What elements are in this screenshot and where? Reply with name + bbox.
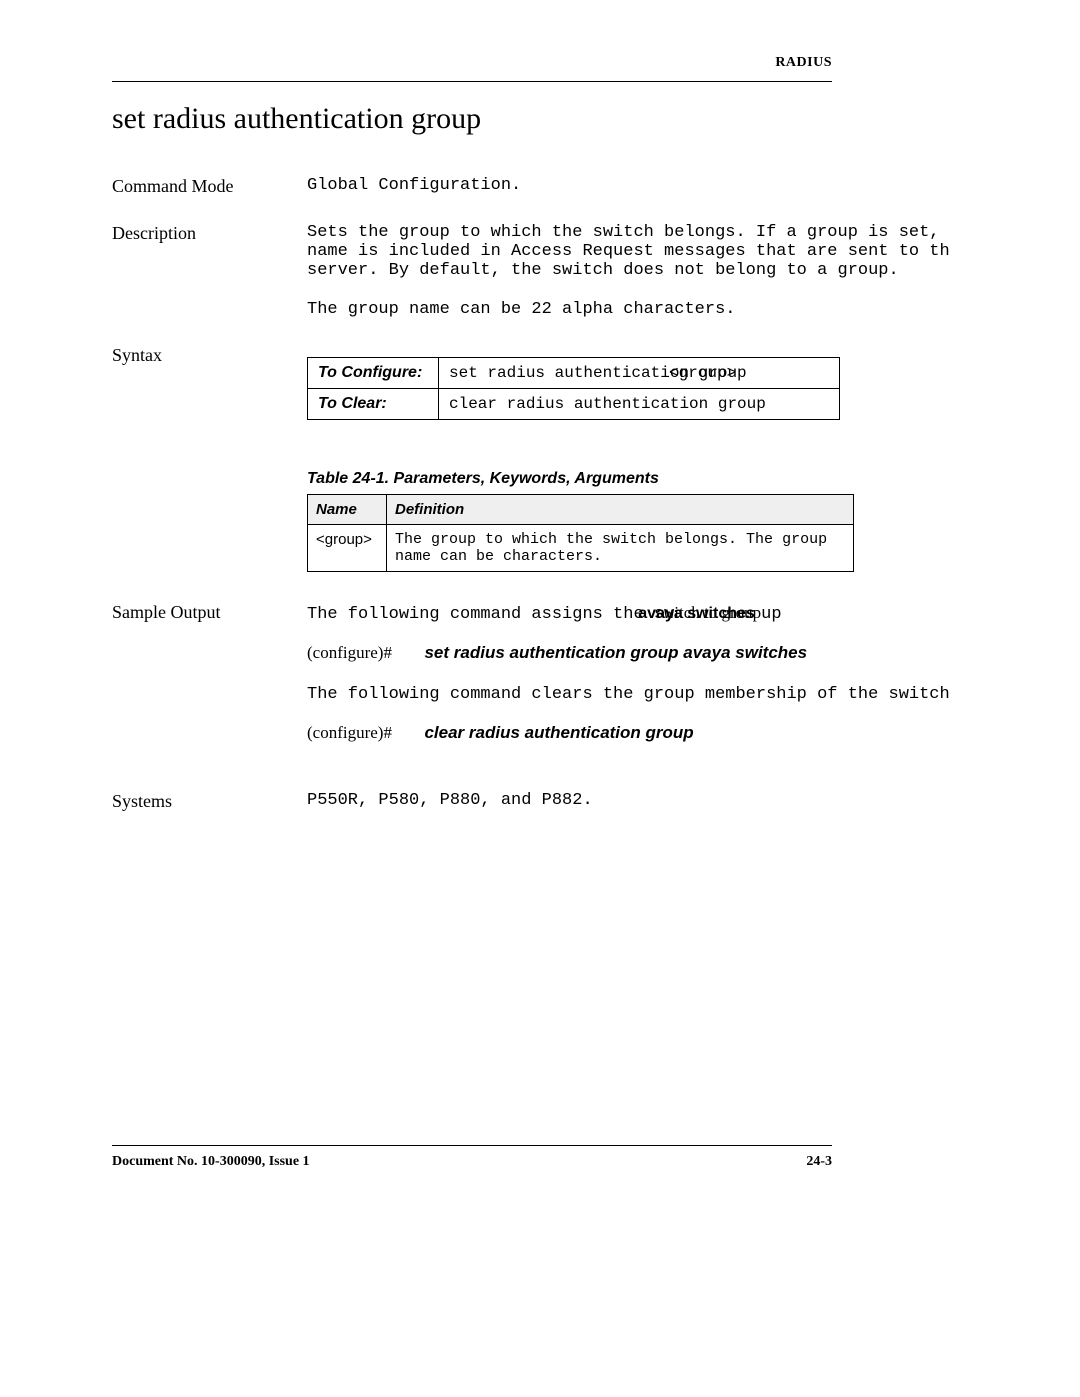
sample-cmd1-text: set radius authentication group avaya sw… <box>424 643 807 662</box>
config-prompt: (configure)# <box>307 723 392 742</box>
label-sample-output: Sample Output <box>112 602 307 765</box>
param-def-cell: The group to which the switch belongs. T… <box>387 525 854 572</box>
sample-line2: The following command clears the group m… <box>307 685 972 704</box>
syntax-row-value: clear radius authentication group <box>439 389 840 420</box>
syntax-row-value: set radius authentication group <group> <box>439 358 840 389</box>
label-command-mode: Command Mode <box>112 176 307 197</box>
label-syntax: Syntax <box>112 345 307 572</box>
table-header-row: Name Definition <box>308 495 854 525</box>
col-header-name: Name <box>308 495 387 525</box>
param-name-cell: <group> <box>308 525 387 572</box>
value-systems: P550R, P580, P880, and P882. <box>307 791 972 812</box>
row-systems: Systems P550R, P580, P880, and P882. <box>112 791 972 812</box>
sample-cmd2-text: clear radius authentication group <box>424 723 693 742</box>
row-syntax: Syntax To Configure: set radius authenti… <box>112 345 972 572</box>
header-rule <box>112 81 832 82</box>
table-row: To Clear: clear radius authentication gr… <box>308 389 840 420</box>
footer-doc-no: Document No. 10-300090, Issue 1 <box>112 1154 310 1170</box>
page-title: set radius authentication group <box>112 102 972 136</box>
sample-cmd2: (configure)# clear radius authentication… <box>307 722 972 743</box>
footer-rule <box>112 1145 832 1146</box>
table-row: To Configure: set radius authentication … <box>308 358 840 389</box>
sample-line1: The following command assigns the switch… <box>307 602 972 624</box>
param-table: Name Definition <group> The group to whi… <box>307 494 854 572</box>
description-p1: Sets the group to which the switch belon… <box>307 223 972 280</box>
syntax-table: To Configure: set radius authentication … <box>307 357 840 420</box>
col-header-def: Definition <box>387 495 854 525</box>
row-description: Description Sets the group to which the … <box>112 223 972 319</box>
config-prompt: (configure)# <box>307 643 392 662</box>
document-page: RADIUS set radius authentication group C… <box>112 55 972 838</box>
description-p2: The group name can be 22 alpha character… <box>307 300 972 319</box>
row-command-mode: Command Mode Global Configuration. <box>112 176 972 197</box>
syntax-row-label: To Configure: <box>308 358 439 389</box>
footer-page-no: 24-3 <box>806 1154 832 1170</box>
row-sample-output: Sample Output The following command assi… <box>112 602 972 765</box>
label-description: Description <box>112 223 307 319</box>
param-table-caption: Table 24-1. Parameters, Keywords, Argume… <box>307 470 972 488</box>
page-footer: Document No. 10-300090, Issue 1 24-3 <box>112 1145 832 1170</box>
table-row: <group> The group to which the switch be… <box>308 525 854 572</box>
value-command-mode: Global Configuration. <box>307 176 972 197</box>
label-systems: Systems <box>112 791 307 812</box>
sample-cmd1: (configure)# set radius authentication g… <box>307 642 972 663</box>
section-header: RADIUS <box>112 55 832 71</box>
syntax-row-label: To Clear: <box>308 389 439 420</box>
